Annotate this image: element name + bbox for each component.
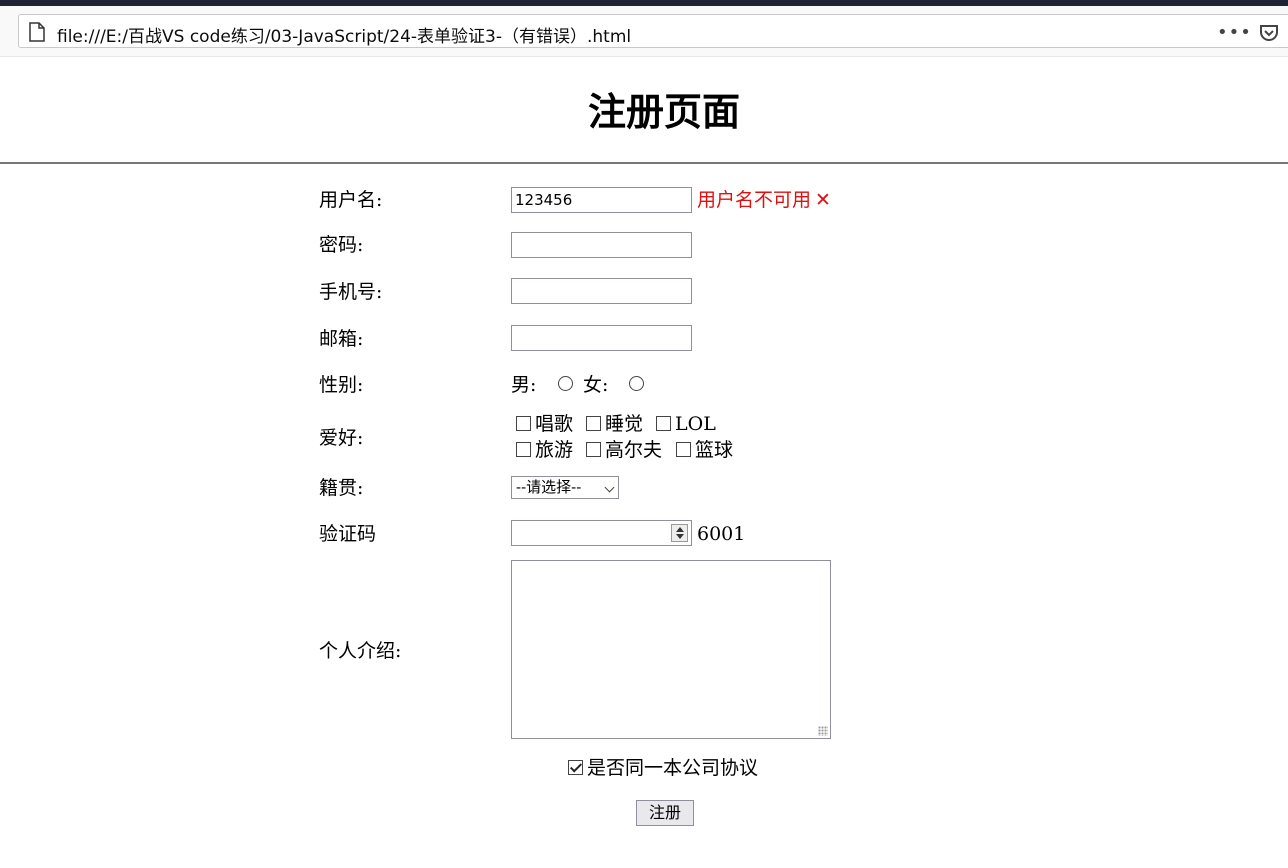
email-label: 邮箱: <box>319 328 364 350</box>
gender-female-radio[interactable] <box>629 376 644 391</box>
password-input[interactable] <box>511 232 692 258</box>
spin-up-icon[interactable] <box>676 527 684 532</box>
captcha-label: 验证码 <box>319 523 377 545</box>
hobby-sleep-label: 睡觉 <box>605 413 644 435</box>
agreement-checkbox[interactable] <box>568 760 583 775</box>
hobby-basketball-label: 篮球 <box>695 439 734 461</box>
hometown-label: 籍贯: <box>319 477 364 499</box>
hometown-select[interactable]: --请选择-- <box>511 476 619 499</box>
hobby-lol-label: LOL <box>675 413 716 435</box>
gender-female-label: 女: <box>583 374 609 396</box>
username-error-text: 用户名不可用 <box>697 189 812 211</box>
register-button[interactable]: 注册 <box>636 800 694 826</box>
hobby-golf-label: 高尔夫 <box>605 439 663 461</box>
resize-grip-icon[interactable] <box>818 726 828 736</box>
gender-male-radio[interactable] <box>558 376 573 391</box>
number-spinner[interactable] <box>671 524 688 542</box>
hobbies-label: 爱好: <box>319 427 364 449</box>
hobby-sleep-checkbox[interactable] <box>586 416 601 431</box>
hobby-lol-checkbox[interactable] <box>656 416 671 431</box>
hobby-sing-checkbox[interactable] <box>516 416 531 431</box>
username-error: 用户名不可用 ✕ <box>697 186 831 214</box>
url-text[interactable]: file:///E:/百战VS code练习/03-JavaScript/24-… <box>57 22 631 47</box>
spin-down-icon[interactable] <box>676 534 684 539</box>
hobby-travel-checkbox[interactable] <box>516 442 531 457</box>
hobby-golf-checkbox[interactable] <box>586 442 601 457</box>
gender-male-label: 男: <box>511 374 537 396</box>
agreement-label: 是否同一本公司协议 <box>587 757 759 779</box>
hobby-basketball-checkbox[interactable] <box>676 442 691 457</box>
browser-toolbar: file:///E:/百战VS code练习/03-JavaScript/24-… <box>0 6 1288 57</box>
hobby-travel-label: 旅游 <box>535 439 574 461</box>
bio-label: 个人介绍: <box>319 640 402 662</box>
phone-label: 手机号: <box>319 281 383 303</box>
page-icon <box>29 22 45 42</box>
page-title: 注册页面 <box>587 90 740 134</box>
horizontal-rule <box>0 162 1288 164</box>
chevron-down-icon <box>604 482 615 493</box>
bio-textarea[interactable] <box>511 560 831 739</box>
username-label: 用户名: <box>319 189 383 211</box>
password-label: 密码: <box>319 234 364 256</box>
hobby-sing-label: 唱歌 <box>535 413 574 435</box>
captcha-code: 6001 <box>697 523 746 545</box>
username-input[interactable]: 123456 <box>511 187 692 213</box>
hometown-selected: --请选择-- <box>516 478 582 496</box>
address-bar[interactable]: file:///E:/百战VS code练习/03-JavaScript/24-… <box>18 14 1288 48</box>
gender-label: 性别: <box>319 374 364 396</box>
more-actions-icon[interactable]: ••• <box>1217 22 1252 43</box>
pocket-icon[interactable] <box>1259 23 1279 43</box>
phone-input[interactable] <box>511 278 692 304</box>
email-input[interactable] <box>511 325 692 351</box>
error-x-icon: ✕ <box>815 189 831 211</box>
captcha-input[interactable] <box>511 520 692 546</box>
